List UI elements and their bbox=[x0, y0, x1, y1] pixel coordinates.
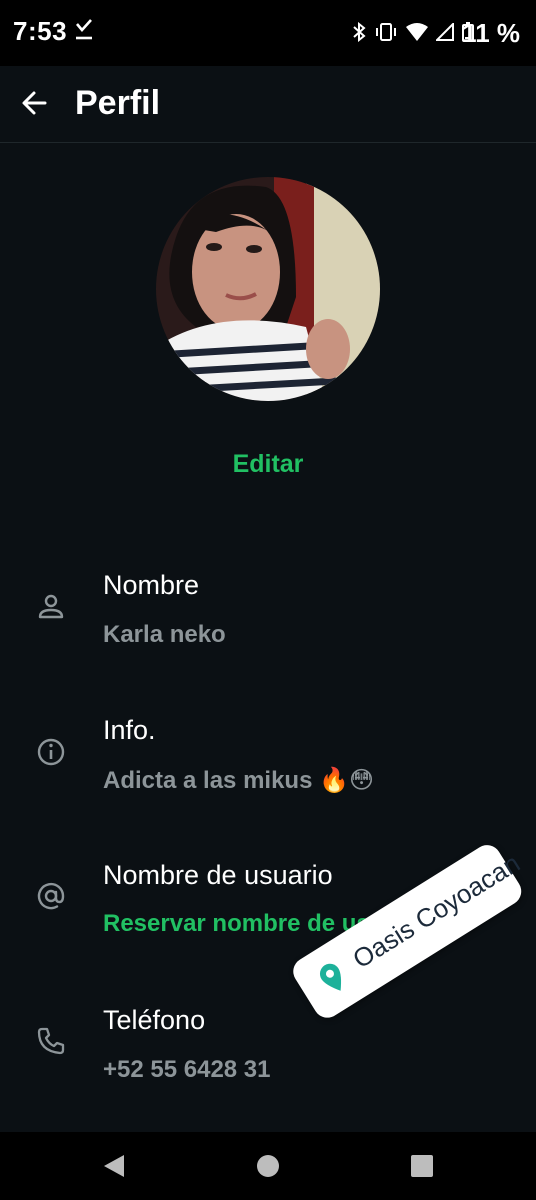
home-circle-icon[interactable] bbox=[256, 1154, 280, 1178]
system-nav-bar bbox=[0, 1132, 536, 1200]
info-icon bbox=[37, 738, 65, 766]
name-value[interactable]: Karla neko bbox=[103, 621, 226, 649]
vibrate-icon bbox=[376, 23, 396, 41]
arrow-back-icon[interactable] bbox=[18, 86, 52, 120]
edit-photo-link[interactable]: Editar bbox=[0, 450, 536, 479]
recents-square-icon[interactable] bbox=[411, 1155, 433, 1177]
name-label: Nombre bbox=[103, 570, 200, 600]
page-title: Perfil bbox=[75, 84, 161, 122]
about-value[interactable]: Adicta a las mikus 🔥😳 bbox=[103, 766, 374, 795]
location-pin-icon bbox=[319, 963, 342, 991]
phone-value: +52 55 6428 31 bbox=[103, 1056, 271, 1083]
avatar-image bbox=[156, 177, 380, 401]
bluetooth-icon bbox=[353, 22, 366, 42]
username-label: Nombre de usuario bbox=[103, 860, 333, 890]
signal-icon bbox=[436, 23, 454, 41]
status-icons bbox=[352, 22, 474, 42]
profile-avatar[interactable] bbox=[156, 177, 380, 401]
battery-level: 11 % bbox=[462, 18, 520, 48]
phone-label: Teléfono bbox=[103, 1005, 206, 1035]
back-triangle-icon[interactable] bbox=[103, 1154, 125, 1178]
phone-icon bbox=[37, 1027, 65, 1055]
download-done-icon bbox=[76, 19, 92, 40]
person-icon bbox=[38, 594, 64, 619]
app-bar: Perfil bbox=[0, 66, 536, 143]
wifi-icon bbox=[406, 23, 428, 41]
at-icon bbox=[37, 882, 65, 910]
status-bar: 7:53 11 % bbox=[0, 0, 536, 66]
status-time: 7:53 bbox=[13, 16, 68, 46]
about-label: Info. bbox=[103, 715, 156, 745]
